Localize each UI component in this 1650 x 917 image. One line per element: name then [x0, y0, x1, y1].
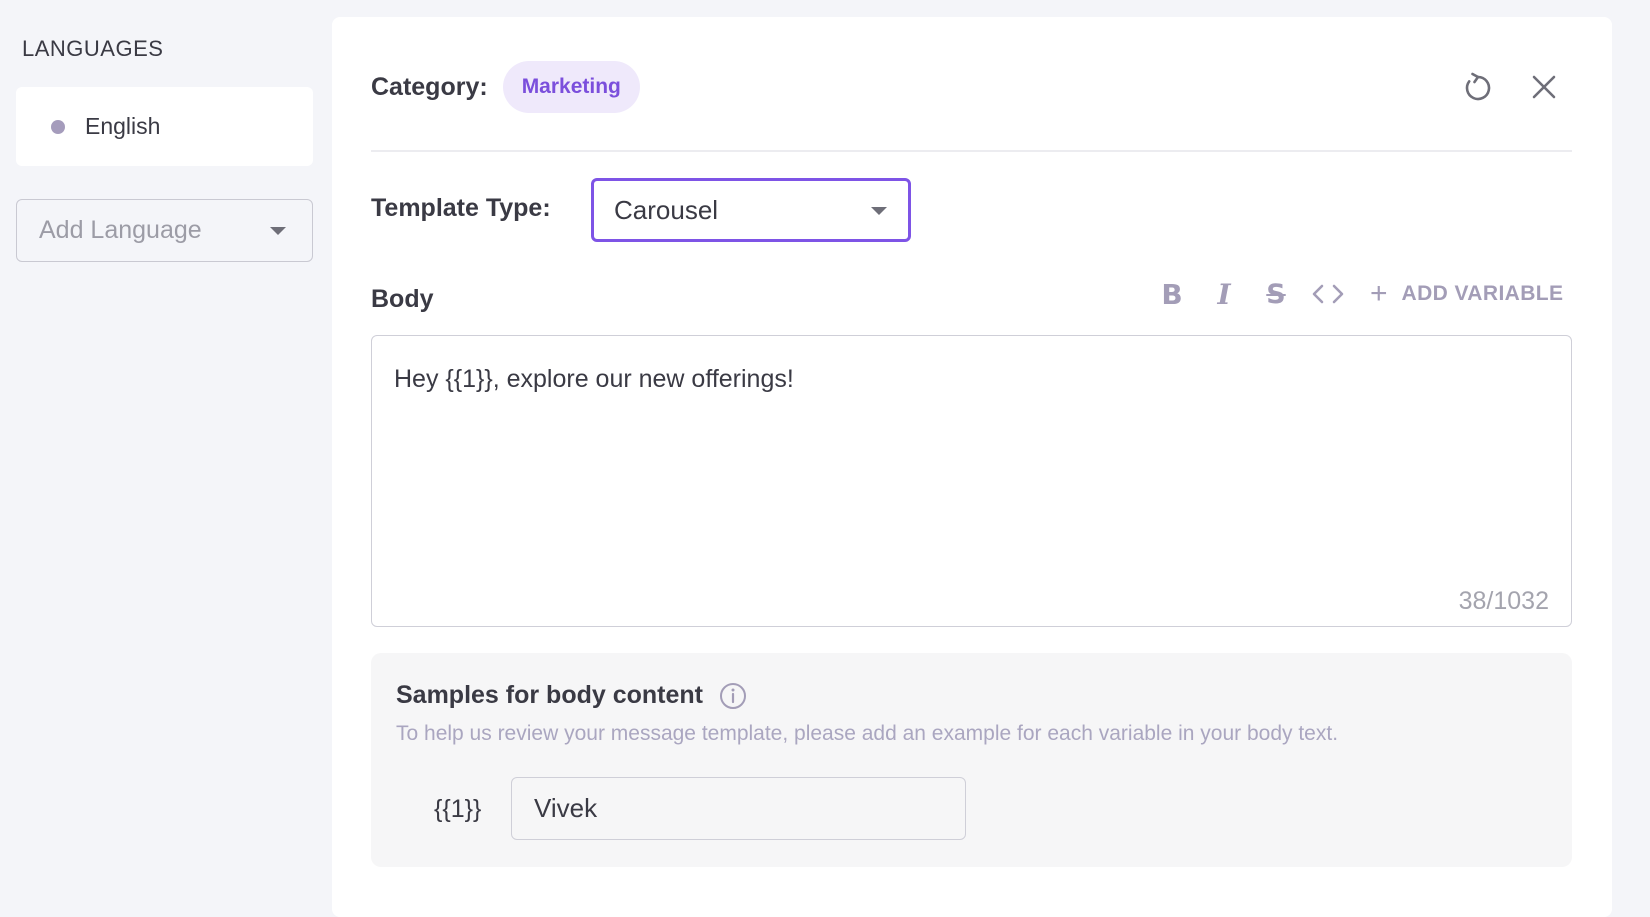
bold-icon[interactable]: B	[1146, 274, 1198, 314]
plus-icon: +	[1370, 277, 1388, 310]
body-textarea[interactable]: Hey {{1}}, explore our new offerings! 38…	[371, 335, 1572, 627]
languages-sidebar: LANGUAGES English Add Language	[0, 0, 330, 892]
language-item-english[interactable]: English	[16, 87, 313, 166]
template-type-select[interactable]: Carousel	[591, 178, 911, 242]
samples-title: Samples for body content	[396, 681, 703, 709]
add-variable-button[interactable]: + ADD VARIABLE	[1370, 279, 1563, 309]
template-type-label: Template Type:	[371, 194, 551, 222]
refresh-button[interactable]	[1458, 67, 1498, 107]
header-divider	[371, 150, 1572, 152]
template-editor-panel: Category: Marketing Template Type: Carou…	[332, 17, 1612, 917]
italic-icon[interactable]: I	[1198, 274, 1250, 314]
languages-heading: LANGUAGES	[22, 36, 164, 61]
code-button[interactable]	[1302, 274, 1354, 314]
language-status-dot-icon	[51, 119, 65, 134]
refresh-icon	[1465, 72, 1491, 101]
add-variable-label: ADD VARIABLE	[1401, 282, 1564, 305]
code-icon	[1312, 284, 1344, 304]
category-label: Category:	[371, 72, 488, 101]
chevron-down-icon	[871, 207, 887, 215]
template-type-value: Carousel	[614, 194, 719, 225]
character-counter: 38/1032	[1458, 587, 1549, 615]
variable-sample-value: Vivek	[534, 793, 598, 823]
close-button[interactable]	[1524, 67, 1564, 107]
add-language-dropdown[interactable]: Add Language	[16, 199, 313, 262]
body-label: Body	[371, 285, 434, 313]
add-language-placeholder: Add Language	[39, 216, 202, 244]
category-badge: Marketing	[502, 61, 640, 113]
samples-title-row: Samples for body content	[396, 681, 747, 710]
strikethrough-icon[interactable]: S	[1250, 274, 1302, 314]
samples-description: To help us review your message template,…	[396, 722, 1339, 745]
body-formatting-toolbar: B I S + ADD VARIABLE	[1146, 274, 1563, 314]
variable-sample-input[interactable]: Vivek	[511, 777, 966, 840]
variable-token-label: {{1}}	[434, 795, 482, 823]
body-samples-section: Samples for body content To help us revi…	[371, 653, 1572, 867]
close-icon	[1532, 75, 1556, 99]
category-row: Category: Marketing	[371, 61, 640, 113]
chevron-down-icon	[270, 227, 286, 235]
info-icon[interactable]	[719, 682, 747, 710]
body-text: Hey {{1}}, explore our new offerings!	[394, 365, 794, 393]
language-item-label: English	[85, 113, 161, 139]
